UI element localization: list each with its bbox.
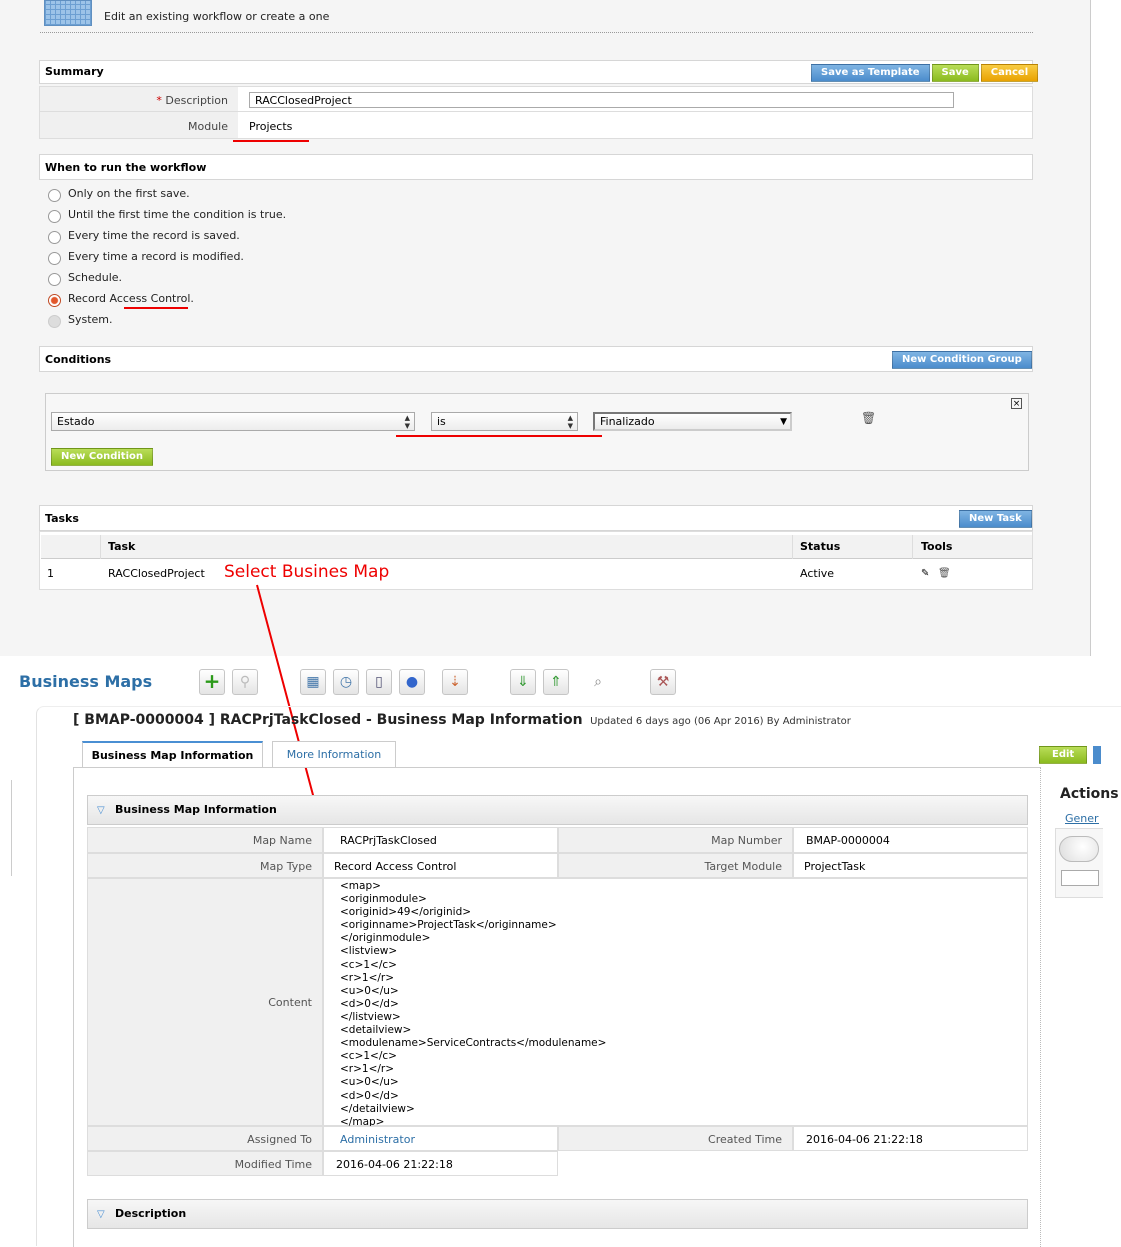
block-header[interactable]: ▽ Business Map Information — [87, 795, 1028, 825]
content-line: <detailview> — [340, 1024, 412, 1037]
tab-label: More Information — [286, 748, 382, 761]
chat-icon[interactable]: ● — [399, 669, 425, 695]
description-block-header[interactable]: ▽ Description — [87, 1199, 1028, 1229]
more-button-stub[interactable] — [1093, 746, 1101, 764]
map-type-value: Record Access Control — [323, 853, 558, 878]
chevron-down-icon: ▽ — [97, 1209, 105, 1220]
created-time-label: Created Time — [558, 1126, 793, 1151]
left-edge-line — [0, 780, 12, 876]
tab-label: Business Map Information — [91, 749, 254, 762]
import-icon[interactable]: ⇣ — [442, 669, 468, 695]
content-line: </detailview> — [340, 1102, 415, 1115]
content-line: <u>0</u> — [340, 1076, 399, 1089]
cloud-icon — [1059, 836, 1099, 862]
content-line: <r>1</r> — [340, 1063, 395, 1076]
content-line: <originmodule> — [340, 893, 427, 906]
assigned-to-label: Assigned To — [87, 1126, 323, 1151]
content-line: </listview> — [340, 1010, 401, 1023]
content-line: <originid>49</originid> — [340, 906, 472, 919]
record-title: [ BMAP-0000004 ] RACPrjTaskClosed - Busi… — [73, 712, 851, 728]
content-line: <c>1</c> — [340, 1050, 397, 1063]
description-block-title: Description — [115, 1207, 187, 1220]
import-doc-icon[interactable]: ⇓ — [510, 669, 536, 695]
content-line: </originmodule> — [340, 932, 431, 945]
content-line: <modulename>ServiceContracts</modulename… — [340, 1037, 607, 1050]
general-link[interactable]: General — [1065, 812, 1099, 825]
map-number-value: BMAP-0000004 — [793, 827, 1028, 853]
clock-icon[interactable]: ◷ — [333, 669, 359, 695]
created-time-value: 2016-04-06 21:22:18 — [793, 1126, 1028, 1151]
target-module-value: ProjectTask — [793, 853, 1028, 878]
tab-more-information[interactable]: More Information — [272, 741, 396, 767]
modified-time-label: Modified Time — [87, 1151, 323, 1176]
content-line: <listview> — [340, 945, 398, 958]
actions-input[interactable] — [1061, 870, 1099, 886]
chevron-down-icon: ▽ — [97, 805, 105, 816]
assigned-to-value: Administrator — [323, 1126, 558, 1151]
map-name-value: RACPrjTaskClosed — [323, 827, 558, 853]
content-xml: <map> <originmodule> <originid>49</origini… — [340, 880, 1027, 1129]
content-line: <r>1</r> — [340, 971, 395, 984]
assigned-to-link[interactable]: Administrator — [340, 1133, 415, 1146]
content-line: <d>0</d> — [340, 997, 399, 1010]
content-line: <u>0</u> — [340, 984, 399, 997]
content-line: <map> — [340, 880, 381, 892]
target-module-label: Target Module — [558, 853, 793, 878]
edit-button[interactable]: Edit — [1039, 746, 1088, 764]
tab-business-map-information[interactable]: Business Map Information — [82, 741, 263, 768]
export-doc-icon[interactable]: ⇑ — [543, 669, 569, 695]
actions-heading: Actions — [1060, 786, 1119, 802]
modified-time-value: 2016-04-06 21:22:18 — [323, 1151, 558, 1176]
find-duplicates-icon[interactable]: ⌕ — [585, 669, 611, 695]
content-line: <d>0</d> — [340, 1089, 399, 1102]
map-name-label: Map Name — [87, 827, 323, 853]
search-icon[interactable]: ⚲ — [232, 669, 258, 695]
record-title-text: [ BMAP-0000004 ] RACPrjTaskClosed - Busi… — [73, 712, 583, 728]
calculator-icon[interactable]: ▯ — [366, 669, 392, 695]
content-line: <originname>ProjectTask</originname> — [340, 919, 557, 932]
map-number-label: Map Number — [558, 827, 793, 853]
settings-hammer-icon[interactable]: ⚒ — [650, 669, 676, 695]
content-value: <map> <originmodule> <originid>49</origini… — [323, 878, 1028, 1129]
content-label-text: Content — [268, 996, 312, 1009]
record-updated: Updated 6 days ago (06 Apr 2016) By Admi… — [590, 716, 851, 727]
map-type-label: Map Type — [87, 853, 323, 878]
module-title[interactable]: Business Maps — [19, 672, 152, 691]
content-label: Content — [87, 878, 323, 1126]
edit-button-wrap: Edit — [1039, 746, 1088, 764]
block-title: Business Map Information — [115, 803, 277, 816]
add-record-icon[interactable]: + — [199, 669, 225, 695]
content-line: <c>1</c> — [340, 958, 397, 971]
calendar-icon[interactable]: ▦ — [300, 669, 326, 695]
